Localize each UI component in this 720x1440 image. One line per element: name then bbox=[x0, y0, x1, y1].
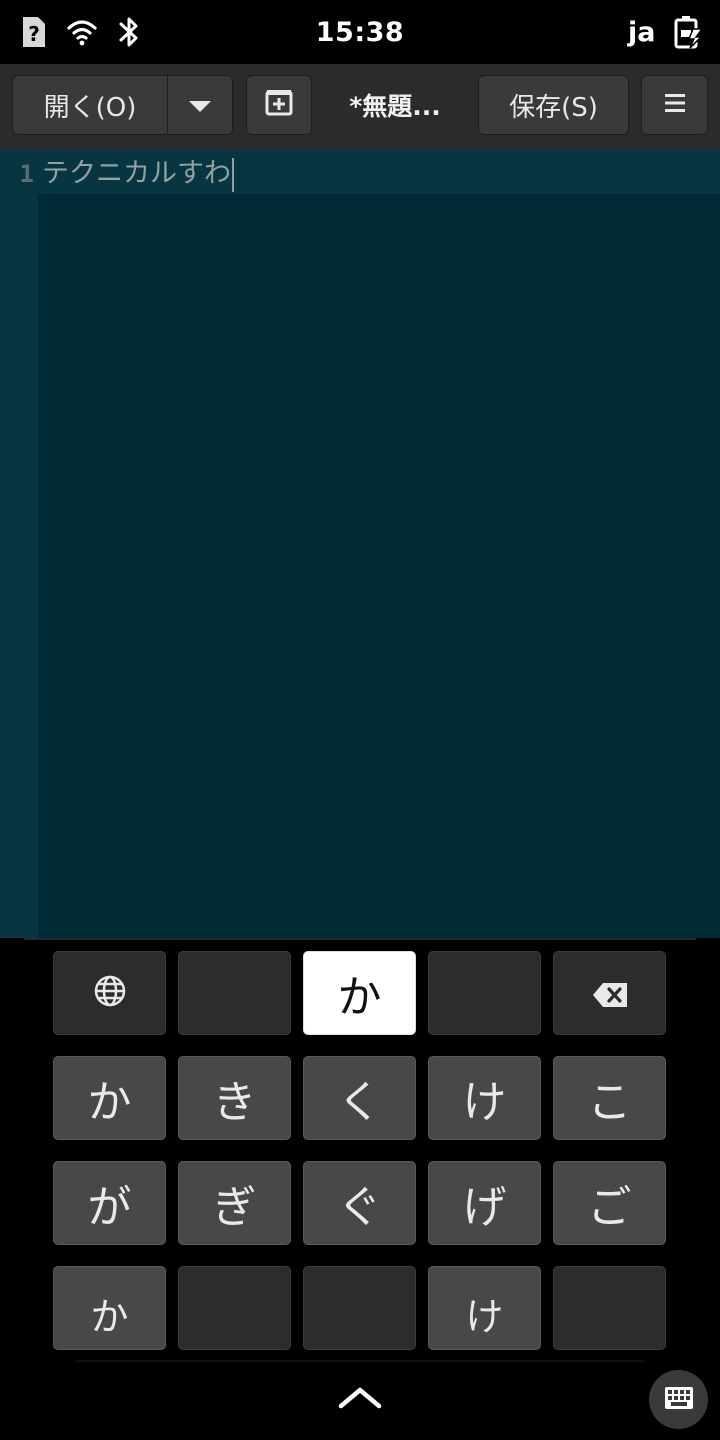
keyboard-bottom-divider bbox=[76, 1360, 644, 1362]
key-gi[interactable]: ぎ bbox=[178, 1161, 291, 1245]
key-ku[interactable]: く bbox=[303, 1056, 416, 1140]
text-editor[interactable]: 1 テクニカルすわ bbox=[0, 150, 720, 938]
main-menu-button[interactable] bbox=[641, 75, 708, 135]
flick-popup-key[interactable]: か bbox=[303, 951, 416, 1035]
empty-key[interactable] bbox=[553, 1266, 666, 1350]
keyboard-icon bbox=[664, 1386, 694, 1414]
open-button[interactable]: 開く(O) bbox=[12, 75, 168, 135]
backspace-key[interactable] bbox=[553, 951, 666, 1035]
input-language-indicator[interactable]: ja bbox=[628, 17, 655, 48]
key-ge[interactable]: げ bbox=[428, 1161, 541, 1245]
save-button-label: 保存(S) bbox=[509, 92, 598, 123]
empty-key[interactable] bbox=[428, 951, 541, 1035]
key-go[interactable]: ご bbox=[553, 1161, 666, 1245]
backspace-icon bbox=[592, 968, 628, 1019]
empty-key[interactable] bbox=[303, 1266, 416, 1350]
key-gu[interactable]: ぐ bbox=[303, 1161, 416, 1245]
keyboard-divider bbox=[24, 938, 696, 940]
empty-key[interactable] bbox=[178, 951, 291, 1035]
key-ga[interactable]: が bbox=[53, 1161, 166, 1245]
empty-key[interactable] bbox=[178, 1266, 291, 1350]
new-tab-button[interactable] bbox=[246, 75, 312, 135]
on-screen-keyboard: か か き く け こ が ぎ ぐ げ ご か け bbox=[0, 938, 720, 1440]
hamburger-menu-icon bbox=[664, 90, 686, 120]
editor-line[interactable]: テクニカルすわ bbox=[42, 150, 234, 198]
key-ki[interactable]: き bbox=[178, 1056, 291, 1140]
status-bar: ? 15:38 ja bbox=[0, 0, 720, 64]
line-number-gutter bbox=[0, 150, 38, 938]
document-title: *無題... bbox=[349, 92, 441, 121]
key-ka[interactable]: か bbox=[53, 1056, 166, 1140]
new-tab-icon bbox=[264, 87, 294, 124]
recent-files-dropdown-button[interactable] bbox=[167, 75, 233, 135]
battery-charging-icon bbox=[672, 14, 704, 50]
open-button-label: 開く(O) bbox=[43, 92, 137, 123]
key-small-ke[interactable]: け bbox=[428, 1266, 541, 1350]
key-small-ka[interactable]: か bbox=[53, 1266, 166, 1350]
globe-icon bbox=[93, 968, 127, 1019]
key-ko[interactable]: こ bbox=[553, 1056, 666, 1140]
clock: 15:38 bbox=[315, 17, 405, 48]
keyboard-toggle-button[interactable] bbox=[649, 1370, 708, 1429]
chevron-down-icon bbox=[188, 90, 212, 120]
editor-line-text: テクニカルすわ bbox=[42, 158, 231, 189]
save-button[interactable]: 保存(S) bbox=[478, 75, 629, 135]
text-caret bbox=[232, 157, 234, 192]
line-number: 1 bbox=[19, 160, 34, 188]
language-switch-key[interactable] bbox=[53, 951, 166, 1035]
chevron-up-icon[interactable] bbox=[338, 1384, 382, 1410]
header-bar: 開く(O) *無題... 保存(S) bbox=[0, 64, 720, 151]
key-ke[interactable]: け bbox=[428, 1056, 541, 1140]
